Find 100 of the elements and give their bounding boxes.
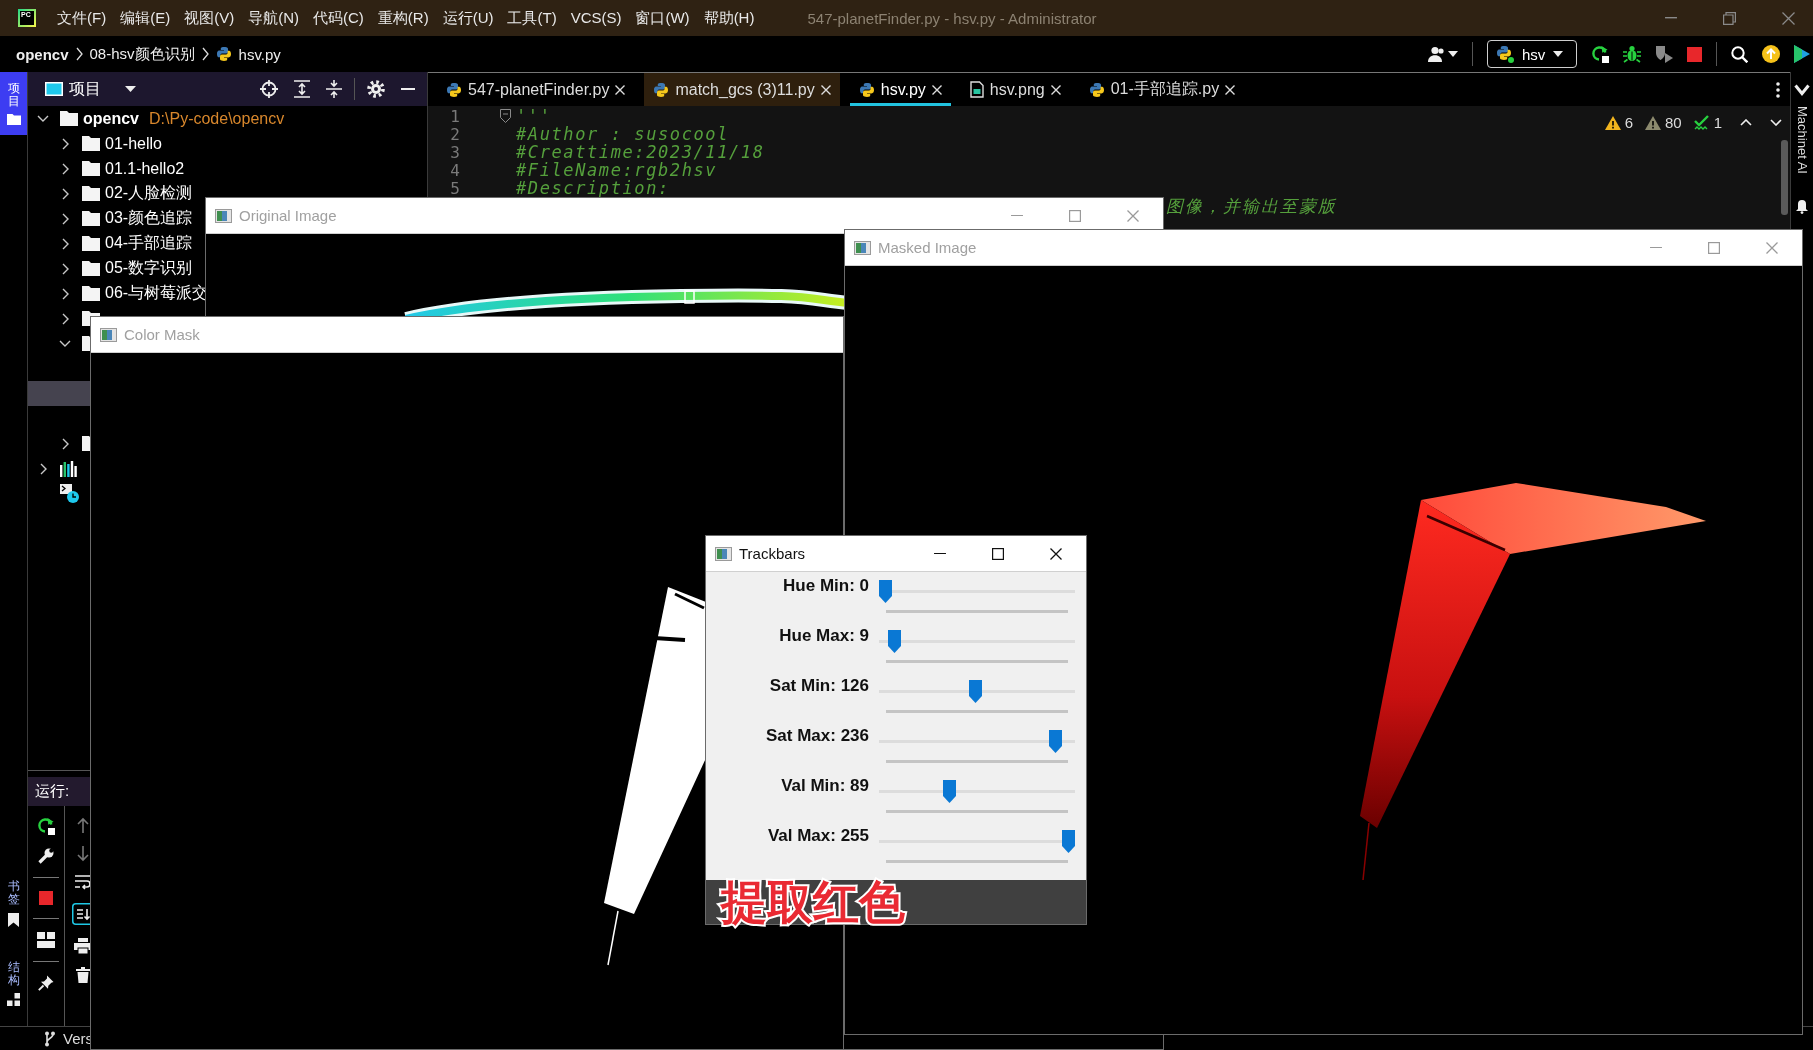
chevron-down-icon[interactable] [59, 340, 71, 347]
weak-warning-icon [1644, 115, 1661, 130]
run-panel-title: 运行: [35, 782, 70, 801]
slider-thumb[interactable] [968, 680, 982, 703]
menu-item[interactable]: VCS(S) [563, 6, 629, 30]
layout-icon[interactable] [37, 932, 55, 948]
breadcrumb-item[interactable]: hsv.py [238, 45, 281, 63]
tree-item[interactable]: opencv D:\Py-code\opencv [28, 106, 285, 131]
tool-window-button[interactable]: 书签 [0, 870, 27, 937]
folder-path: D:\Py-code\opencv [149, 109, 285, 128]
breadcrumb-item[interactable]: 08-hsv颜色识别 [89, 44, 195, 64]
tool-window-button[interactable]: 结构 [0, 950, 27, 1016]
structure-icon [7, 993, 20, 1006]
image-icon [100, 327, 117, 342]
fold-marker-icon[interactable] [500, 109, 511, 123]
menu-item[interactable]: 代码(C) [306, 6, 371, 30]
view-selector-dropdown[interactable]: 项目 [45, 78, 136, 100]
trash-icon[interactable] [76, 967, 90, 983]
code-line: #Description: [516, 179, 670, 197]
python-file-icon [446, 81, 462, 98]
triangle-icon[interactable] [1794, 45, 1810, 63]
pin-icon[interactable] [38, 975, 54, 991]
chevron-right-icon[interactable] [61, 287, 69, 300]
line-number: 2 [449, 125, 460, 143]
tool-window-button[interactable]: Machinet AI [1794, 106, 1810, 174]
trackbar-label: Val Min: 89 [780, 776, 869, 796]
arrow-down-icon[interactable] [77, 846, 89, 862]
python-icon [1496, 45, 1514, 63]
minimize-icon[interactable] [934, 552, 946, 555]
settings-icon[interactable] [367, 80, 385, 98]
image-icon [215, 208, 232, 223]
chevron-down-icon[interactable] [37, 115, 49, 122]
wrench-icon[interactable] [38, 848, 54, 864]
folder-icon [6, 114, 21, 126]
slider-thumb[interactable] [943, 780, 957, 803]
menu-item[interactable]: 重构(R) [370, 6, 436, 30]
chevron-right-icon[interactable] [61, 162, 69, 175]
folder-icon [82, 136, 100, 151]
chevron-right-icon[interactable] [61, 437, 69, 450]
rerun-icon[interactable] [37, 817, 55, 835]
tree-item[interactable]: 02-人脸检测 [28, 181, 193, 206]
menu-item[interactable]: 文件(F) [50, 6, 114, 30]
trackbar-label: Sat Max: 236 [765, 726, 869, 746]
chevron-right-icon[interactable] [61, 187, 69, 200]
inspection-counter[interactable]: 6 [1604, 114, 1633, 131]
slider-thumb[interactable] [1049, 730, 1063, 753]
menu-item[interactable]: 工具(T) [500, 6, 564, 30]
tree-item[interactable]: 01-hello [28, 131, 162, 156]
menu-item[interactable]: 帮助(H) [696, 6, 762, 30]
chevron-right-icon[interactable] [61, 312, 69, 325]
inspection-counter[interactable]: 80 [1644, 114, 1682, 131]
folder-icon [82, 261, 100, 276]
slider-thumb[interactable] [888, 630, 902, 653]
stop-icon[interactable] [1687, 46, 1702, 62]
tool-window-button[interactable]: 项目 [0, 72, 27, 136]
chevron-right-icon[interactable] [61, 237, 69, 250]
python-file-icon [653, 81, 670, 98]
shield-play-icon[interactable] [1655, 45, 1673, 63]
caret-down-icon[interactable] [1448, 51, 1458, 57]
up-arrow-circle-icon[interactable] [1762, 45, 1780, 63]
bug-icon[interactable] [1623, 45, 1641, 63]
chevron-right-icon[interactable] [61, 137, 69, 150]
close-icon[interactable] [1050, 547, 1062, 560]
slider-thumb[interactable] [1062, 830, 1075, 853]
folder-icon [82, 236, 100, 251]
maximize-icon[interactable] [992, 547, 1004, 560]
menu-item[interactable]: 运行(U) [435, 6, 501, 30]
run-configuration-dropdown[interactable]: hsv [1487, 40, 1577, 68]
search-icon[interactable] [1731, 45, 1748, 63]
tree-item[interactable]: 04-手部追踪 [28, 231, 193, 256]
chevron-up-icon[interactable] [1740, 119, 1752, 126]
menu-item[interactable]: 导航(N) [241, 6, 306, 30]
user-icon[interactable] [1428, 46, 1445, 62]
collapse-all-icon[interactable] [326, 80, 342, 98]
arrow-up-icon[interactable] [77, 817, 89, 833]
menu-item[interactable]: 编辑(E) [113, 6, 178, 30]
expand-all-icon[interactable] [294, 80, 310, 98]
bell-icon[interactable] [1796, 199, 1808, 214]
window-title: Original Image [239, 207, 337, 224]
python-file-icon [215, 46, 232, 62]
restore-icon[interactable] [1723, 11, 1736, 25]
chevron-right-icon[interactable] [39, 462, 47, 475]
chevron-right-icon[interactable] [61, 212, 69, 225]
warning-icon [1604, 115, 1621, 130]
tree-item[interactable]: 05-数字识别 [28, 256, 193, 281]
chevron-right-icon[interactable] [61, 262, 69, 275]
scrollbar-thumb[interactable] [1781, 140, 1788, 215]
soft-wrap-icon[interactable] [75, 875, 91, 890]
slider-thumb[interactable] [879, 580, 892, 603]
menu-item[interactable]: 视图(V) [177, 6, 242, 30]
more-options-icon[interactable] [1776, 81, 1780, 98]
crosshair-icon[interactable] [260, 80, 278, 98]
menu-item[interactable]: 窗口(W) [628, 6, 697, 30]
tree-item[interactable]: 01.1-hello2 [28, 156, 185, 181]
breadcrumb-item[interactable]: opencv [16, 45, 69, 63]
inspection-counter[interactable]: 1 [1693, 114, 1722, 131]
window-title: 547-planetFinder.py - hsv.py - Administrator [807, 9, 1097, 27]
rerun-icon[interactable] [1591, 45, 1609, 63]
editor-tab[interactable]: match_gcs (3)11.py [644, 73, 840, 106]
tree-item[interactable]: 03-颜色追踪 [28, 206, 193, 231]
